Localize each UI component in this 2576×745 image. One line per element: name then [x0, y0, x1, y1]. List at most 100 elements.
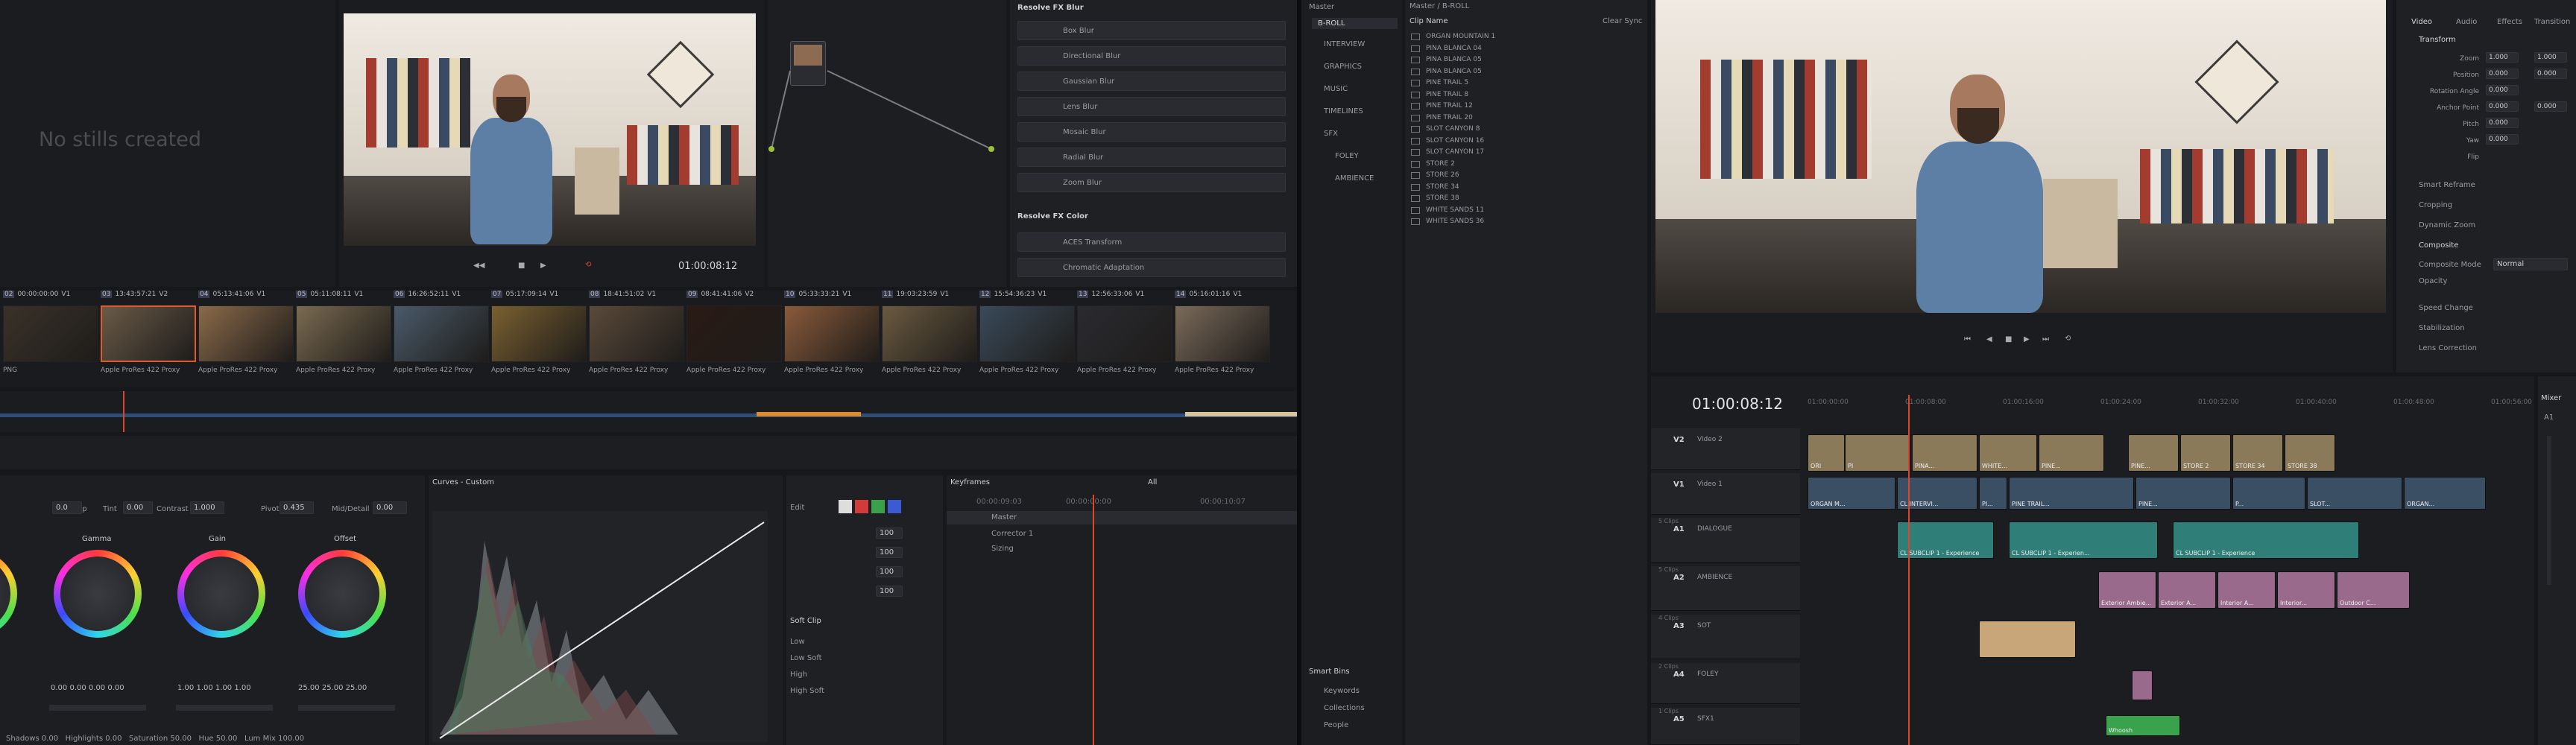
fx-item[interactable]: ACES Transform	[1017, 232, 1286, 252]
inspector-value-x[interactable]: 0.000	[2486, 118, 2519, 128]
pool-clip-row[interactable]: STORE 2	[1405, 159, 1647, 170]
a1-clip[interactable]: CL SUBCLIP 1 - Experience	[2173, 522, 2359, 559]
section-speed-change[interactable]: Speed Change	[2419, 304, 2473, 312]
section-lens-correction[interactable]: Lens Correction	[2419, 344, 2477, 352]
pool-clip-row[interactable]: ORGAN MOUNTAIN 1	[1405, 31, 1647, 42]
clip-thumbnail[interactable]	[686, 305, 782, 362]
inspector-value-y[interactable]: 0.000	[2534, 69, 2567, 79]
fx-item[interactable]: Box Blur	[1017, 21, 1286, 40]
pool-clip-row[interactable]: STORE 38	[1405, 193, 1647, 204]
pool-clip-row[interactable]: SLOT CANYON 17	[1405, 147, 1647, 158]
offset-wheel[interactable]	[298, 550, 386, 638]
smart-bin[interactable]: People	[1324, 721, 1348, 729]
clip-thumbnail[interactable]	[784, 305, 880, 362]
v1-clip[interactable]: P...	[2232, 477, 2305, 510]
channel-r-button[interactable]	[855, 500, 868, 513]
v2-clip[interactable]: STORE 34	[2232, 434, 2283, 472]
pool-clip-row[interactable]: PINE TRAIL 20	[1405, 112, 1647, 124]
a2-clip[interactable]: Interior A...	[2217, 571, 2276, 609]
a1-clip[interactable]: CL SUBCLIP 1 - Experien...	[2009, 522, 2158, 559]
section-smart-reframe[interactable]: Smart Reframe	[2419, 181, 2475, 189]
tab-video[interactable]: Video	[2411, 18, 2432, 26]
pool-clip-row[interactable]: STORE 26	[1405, 170, 1647, 181]
v1-clip[interactable]: SLOT...	[2307, 477, 2402, 510]
bin-item[interactable]: INTERVIEW	[1324, 40, 1365, 48]
prev-clip-icon[interactable]: ⏮	[1964, 335, 1971, 343]
section-composite[interactable]: Composite	[2419, 241, 2458, 250]
edit-value[interactable]: 100	[876, 547, 903, 558]
fx-item[interactable]: Gaussian Blur	[1017, 72, 1286, 91]
inspector-value-y[interactable]: 1.000	[2534, 52, 2567, 63]
loop-icon[interactable]: ⟲	[2065, 335, 2071, 343]
loop-icon[interactable]: ⟲	[585, 261, 591, 269]
play-reverse-icon[interactable]: ◀◀	[473, 261, 484, 270]
bin-item[interactable]: TIMELINES	[1324, 107, 1363, 115]
pool-clip-row[interactable]: PINA BLANCA 05	[1405, 54, 1647, 66]
inspector-value-x[interactable]: 1.000	[2486, 52, 2519, 63]
pool-clip-row[interactable]: WHITE SANDS 11	[1405, 205, 1647, 216]
clip-thumbnail[interactable]	[589, 305, 684, 362]
bin-item[interactable]: GRAPHICS	[1324, 63, 1362, 71]
a2-clip[interactable]: Outdoor C...	[2337, 571, 2410, 609]
v2-clip[interactable]: ORI	[1808, 434, 1845, 472]
a3-clip[interactable]	[1979, 621, 2076, 658]
bin-item[interactable]: AMBIENCE	[1335, 174, 1374, 183]
a2-clip[interactable]: Exterior Ambie...	[2098, 571, 2156, 609]
a5-clip[interactable]: Whoosh	[2106, 715, 2180, 736]
inspector-value-y[interactable]: 0.000	[2534, 101, 2567, 112]
pool-clip-row[interactable]: PINE TRAIL 5	[1405, 77, 1647, 89]
fx-item[interactable]: Zoom Blur	[1017, 173, 1286, 192]
gamma-wheel[interactable]	[54, 550, 142, 638]
clear-sync[interactable]: Clear Sync	[1603, 17, 1642, 25]
middetail-field[interactable]: 0.00	[373, 501, 407, 514]
pool-clip-row[interactable]: SLOT CANYON 16	[1405, 136, 1647, 147]
play-icon[interactable]: ▶	[2024, 335, 2030, 343]
pool-clip-row[interactable]: WHITE SANDS 36	[1405, 216, 1647, 227]
v2-clip[interactable]: STORE 38	[2285, 434, 2335, 472]
stop-icon[interactable]: ■	[518, 261, 525, 270]
bin-item[interactable]: MUSIC	[1324, 85, 1348, 93]
a1-clip[interactable]: CL SUBCLIP 1 - Experience	[1897, 522, 1994, 559]
bin-root[interactable]: Master	[1309, 3, 1334, 11]
pool-clip-row[interactable]: PINA BLANCA 05	[1405, 66, 1647, 77]
smart-bin[interactable]: Collections	[1324, 704, 1365, 712]
clip-thumbnail[interactable]	[394, 305, 489, 362]
section-cropping[interactable]: Cropping	[2419, 201, 2452, 209]
pool-clip-row[interactable]: PINE TRAIL 12	[1405, 101, 1647, 112]
bin-item[interactable]: B-ROLL	[1312, 18, 1398, 29]
a2-clip[interactable]: Interior...	[2277, 571, 2335, 609]
v2-clip[interactable]: PINA...	[1912, 434, 1977, 472]
clip-thumbnail[interactable]	[1175, 305, 1270, 362]
section-dynamic-zoom[interactable]: Dynamic Zoom	[2419, 221, 2475, 229]
smart-bin[interactable]: Keywords	[1324, 687, 1360, 695]
inspector-value-x[interactable]: 0.000	[2486, 69, 2519, 79]
fx-item[interactable]: Chromatic Adaptation	[1017, 258, 1286, 277]
pool-clip-row[interactable]: SLOT CANYON 8	[1405, 124, 1647, 135]
contrast-field[interactable]: 1.000	[190, 501, 224, 514]
gain-wheel[interactable]	[177, 550, 265, 638]
fx-item[interactable]: Lens Blur	[1017, 97, 1286, 116]
bin-item[interactable]: FOLEY	[1335, 152, 1359, 160]
fx-item[interactable]: Mosaic Blur	[1017, 122, 1286, 142]
v1-clip[interactable]: ORGAN M...	[1808, 477, 1895, 510]
v2-clip[interactable]: PI	[1845, 434, 1910, 472]
a2-clip[interactable]: Exterior A...	[2158, 571, 2216, 609]
v1-clip[interactable]: PINE TRAIL...	[2009, 477, 2134, 510]
clip-thumbnail[interactable]	[101, 305, 196, 362]
v1-clip[interactable]: PI...	[1979, 477, 2007, 510]
tab-transition[interactable]: Transition	[2534, 18, 2570, 26]
pool-clip-row[interactable]: STORE 34	[1405, 182, 1647, 193]
channel-b-button[interactable]	[888, 500, 901, 513]
pool-clip-row[interactable]: PINE TRAIL 8	[1405, 89, 1647, 101]
v2-clip[interactable]: STORE 2	[2180, 434, 2231, 472]
edit-value[interactable]: 100	[876, 527, 903, 539]
clip-thumbnail[interactable]	[3, 305, 98, 362]
fx-item[interactable]: Directional Blur	[1017, 46, 1286, 66]
v1-clip[interactable]: ORGAN...	[2404, 477, 2486, 510]
tint-field[interactable]: 0.00	[123, 501, 153, 514]
a4-clip[interactable]	[2132, 670, 2153, 700]
timeline-playhead[interactable]	[1908, 395, 1910, 745]
keyframes-filter[interactable]: All	[1148, 478, 1157, 486]
clip-thumbnail[interactable]	[198, 305, 294, 362]
section-stabilization[interactable]: Stabilization	[2419, 324, 2465, 332]
